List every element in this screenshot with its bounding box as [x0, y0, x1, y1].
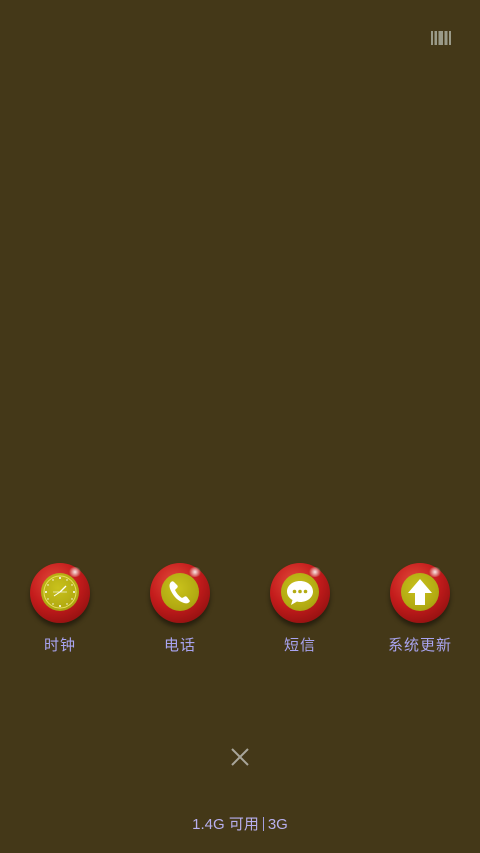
app-messages-label: 短信 [283, 636, 316, 654]
clock-icon [41, 573, 79, 611]
battery-bars-icon[interactable] [431, 30, 451, 46]
message-icon [281, 573, 319, 611]
app-phone[interactable]: 电话 [120, 563, 240, 654]
network-type-text: 3G [267, 816, 288, 833]
app-clock-label: 时钟 [43, 636, 76, 654]
app-system-update-label: 系统更新 [387, 636, 452, 654]
memory-status-bar: 1.4G 可用 3G [0, 816, 480, 834]
available-memory-text: 1.4G 可用 [192, 816, 259, 833]
close-icon[interactable] [229, 746, 251, 768]
app-system-update-ball [390, 563, 450, 623]
app-system-update[interactable]: 系统更新 [360, 563, 480, 654]
app-phone-ball [150, 563, 210, 623]
app-shortcuts: 时钟 电话 短信 系统更新 [0, 563, 480, 663]
phone-icon [161, 573, 199, 611]
app-clock[interactable]: 时钟 [0, 563, 120, 654]
app-messages-ball [270, 563, 330, 623]
app-phone-label: 电话 [163, 636, 196, 654]
app-messages[interactable]: 短信 [240, 563, 360, 654]
update-arrow-icon [401, 573, 439, 611]
status-divider [262, 817, 264, 831]
app-clock-ball [30, 563, 90, 623]
